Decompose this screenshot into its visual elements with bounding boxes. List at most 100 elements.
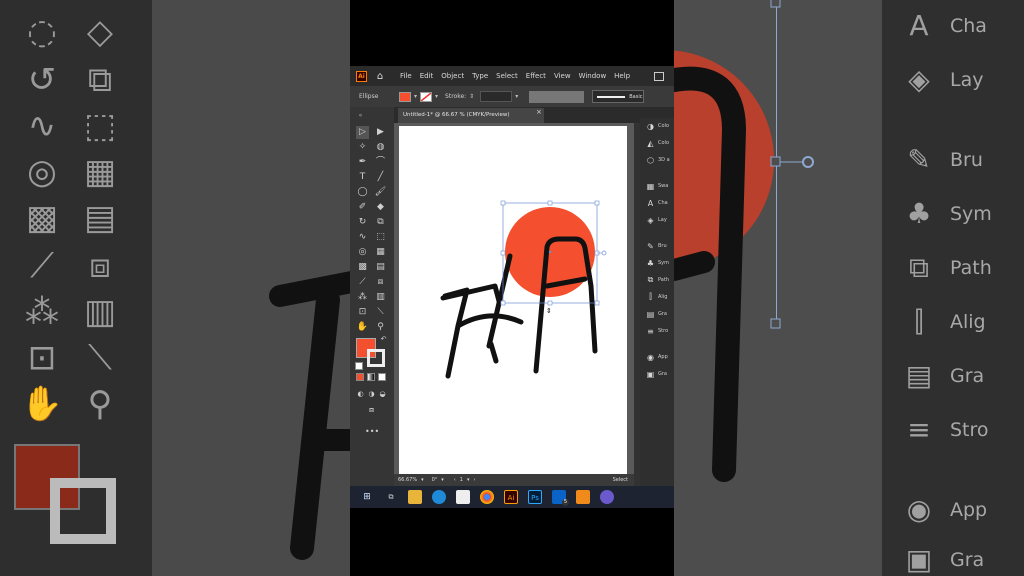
chevron-down-icon[interactable]: ▾ xyxy=(414,93,417,100)
selection-tool-icon[interactable]: ▷ xyxy=(356,126,369,139)
swatches-panel-button[interactable]: ▦ Swa xyxy=(646,180,669,192)
stroke-color-swatch[interactable] xyxy=(420,91,433,102)
photoshop-taskbar-icon[interactable]: Ps xyxy=(528,490,542,504)
rotation-value[interactable]: 0° xyxy=(432,477,438,483)
fill-color-swatch[interactable] xyxy=(399,91,411,102)
graph-tool-icon[interactable]: ▥ xyxy=(374,291,387,304)
arrange-documents-icon[interactable] xyxy=(654,71,664,81)
color-guide-panel-button[interactable]: ◭ Colo xyxy=(646,137,669,149)
stroke-stepper-icon[interactable]: ⇕ xyxy=(469,93,474,100)
stroke-panel-button[interactable]: ≡ Stro xyxy=(646,325,668,337)
resize-handle[interactable] xyxy=(547,300,553,306)
variable-width-profile[interactable] xyxy=(529,90,585,103)
file-explorer-icon[interactable] xyxy=(408,490,422,504)
gradient-tool-icon[interactable]: ▤ xyxy=(374,261,387,274)
graphic-styles-panel-button[interactable]: ▣ Gra xyxy=(646,368,667,380)
illustrator-taskbar-icon[interactable]: Ai xyxy=(504,490,518,504)
pen-tool-icon[interactable]: ✒ xyxy=(356,156,369,169)
chrome-icon[interactable] xyxy=(480,490,494,504)
chair-seat[interactable] xyxy=(455,313,524,329)
menu-edit[interactable]: Edit xyxy=(416,72,438,80)
characters-panel-button[interactable]: A Cha xyxy=(646,197,668,209)
home-icon[interactable]: ⌂ xyxy=(374,71,386,82)
3d-panel-button[interactable]: ⬡ 3D a xyxy=(646,154,670,166)
chair-rear-foot[interactable] xyxy=(488,341,499,364)
resize-handle[interactable] xyxy=(500,300,506,306)
warp-tool-icon[interactable]: ∿ xyxy=(356,231,369,244)
chevron-down-icon[interactable]: ▾ xyxy=(467,477,470,483)
scale-tool-icon[interactable]: ⧉ xyxy=(374,216,387,229)
shape-builder-icon[interactable]: ◎ xyxy=(356,246,369,259)
curvature-tool-icon[interactable]: ⌒ xyxy=(374,156,387,169)
brushes-panel-button[interactable]: ✎ Bru xyxy=(646,240,667,252)
artboard[interactable]: ⇕ xyxy=(399,126,627,476)
more-tools-icon[interactable]: ••• xyxy=(365,425,379,438)
menu-type[interactable]: Type xyxy=(468,72,492,80)
rotate-tool-icon[interactable]: ↻ xyxy=(356,216,369,229)
ellipse-tool-icon[interactable]: ◯ xyxy=(356,186,369,199)
menu-help[interactable]: Help xyxy=(610,72,634,80)
menu-view[interactable]: View xyxy=(550,72,575,80)
resize-handle[interactable] xyxy=(500,200,506,206)
menu-file[interactable]: File xyxy=(396,72,416,80)
document-tab[interactable]: Untitled-1* @ 66.67 % (CMYK/Preview) xyxy=(398,108,544,123)
prev-artboard-icon[interactable]: ‹ xyxy=(454,477,456,483)
menu-window[interactable]: Window xyxy=(575,72,611,80)
eyedropper-icon[interactable]: ⟋ xyxy=(356,276,369,289)
symbols-panel-button[interactable]: ♣ Sym xyxy=(646,257,669,269)
app-icon[interactable] xyxy=(600,490,614,504)
hand-tool-icon[interactable]: ✋ xyxy=(356,321,369,334)
free-transform-icon[interactable]: ⬚ xyxy=(374,231,387,244)
lasso-icon[interactable]: ◍ xyxy=(374,141,387,154)
task-view-icon[interactable]: ⧉ xyxy=(384,490,398,504)
stroke-weight-input[interactable] xyxy=(480,91,513,102)
artboard-number[interactable]: 1 xyxy=(460,477,463,483)
screen-mode-icon[interactable]: ⧈ xyxy=(365,403,378,416)
resize-handle[interactable] xyxy=(547,200,553,206)
type-tool-icon[interactable]: T xyxy=(356,171,369,184)
mail-icon[interactable]: 5 xyxy=(552,490,569,506)
artboard-tool-icon[interactable]: ⊡ xyxy=(356,306,369,319)
symbol-sprayer-icon[interactable]: ⁂ xyxy=(356,291,369,304)
chevron-down-icon[interactable]: ▾ xyxy=(435,93,438,100)
chair-front-left-leg[interactable] xyxy=(442,287,470,379)
shaper-tool-icon[interactable]: ✐ xyxy=(356,201,369,214)
draw-inside-icon[interactable]: ◒ xyxy=(376,388,389,401)
perspective-grid-icon[interactable]: ▦ xyxy=(374,246,387,259)
resize-handle[interactable] xyxy=(594,300,600,306)
magic-wand-icon[interactable]: ✧ xyxy=(356,141,369,154)
paintbrush-icon[interactable]: 🖌 xyxy=(374,186,387,199)
menu-select[interactable]: Select xyxy=(492,72,522,80)
slice-tool-icon[interactable]: ⟍ xyxy=(374,306,387,319)
align-panel-button[interactable]: ⫿ Alig xyxy=(646,291,667,303)
color-panel-button[interactable]: ◑ Colo xyxy=(646,120,669,132)
resize-handle[interactable] xyxy=(594,200,600,206)
menu-effect[interactable]: Effect xyxy=(522,72,550,80)
default-colors-icon[interactable] xyxy=(355,362,363,370)
windows-start-icon[interactable]: ⊞ xyxy=(360,490,374,504)
pathfinder-panel-button[interactable]: ⧉ Path xyxy=(646,274,669,286)
close-tab-icon[interactable]: × xyxy=(536,108,542,116)
gradient-mode-icon[interactable] xyxy=(367,373,375,381)
chevron-down-icon[interactable]: ▾ xyxy=(515,93,518,100)
swap-colors-icon[interactable]: ↶ xyxy=(377,333,390,346)
layers-panel-button[interactable]: ◈ Lay xyxy=(646,214,666,226)
pie-widget-handle[interactable] xyxy=(601,250,607,256)
appearance-panel-button[interactable]: ◉ App xyxy=(646,351,668,363)
stroke-swatch[interactable] xyxy=(367,349,385,367)
eraser-icon[interactable]: ◆ xyxy=(374,201,387,214)
color-mode-icon[interactable] xyxy=(356,373,364,381)
edge-browser-icon[interactable] xyxy=(432,490,446,504)
gradient-panel-button[interactable]: ▤ Gra xyxy=(646,308,667,320)
line-tool-icon[interactable]: ╱ xyxy=(374,171,387,184)
collapse-icon[interactable]: « xyxy=(354,109,367,122)
office-icon[interactable] xyxy=(576,490,590,504)
chevron-down-icon[interactable]: ▾ xyxy=(421,477,424,483)
pasteboard[interactable]: ⇕ xyxy=(394,123,674,476)
menu-object[interactable]: Object xyxy=(437,72,468,80)
blend-tool-icon[interactable]: ⧈ xyxy=(374,276,387,289)
resize-handle[interactable] xyxy=(500,250,506,256)
store-icon[interactable] xyxy=(456,490,470,504)
zoom-level[interactable]: 66.67% xyxy=(398,477,417,483)
none-mode-icon[interactable] xyxy=(378,373,386,381)
